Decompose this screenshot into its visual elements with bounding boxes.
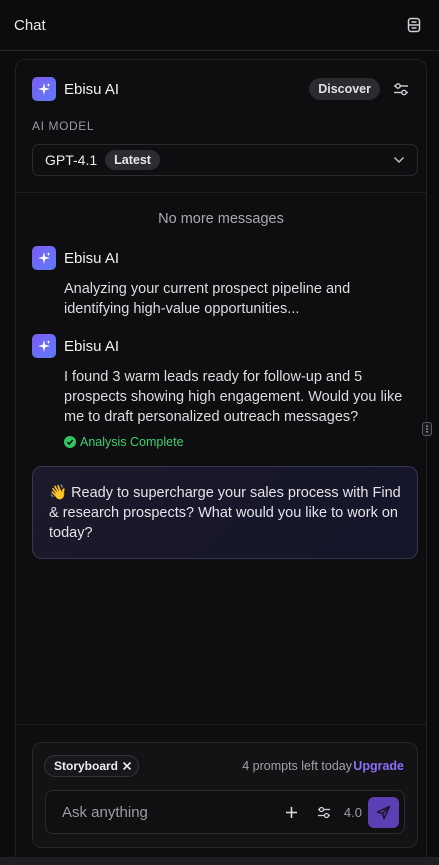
chat-header: Chat <box>0 0 439 51</box>
sliders-icon[interactable] <box>312 800 336 824</box>
discover-button[interactable]: Discover <box>309 78 380 100</box>
welcome-card: 👋 Ready to supercharge your sales proces… <box>32 466 418 559</box>
chat-input[interactable] <box>62 803 268 821</box>
chevron-down-icon <box>393 151 405 169</box>
agent-name: Ebisu AI <box>64 80 120 98</box>
input-row: 4.0 <box>45 790 405 834</box>
model-label: AI MODEL <box>32 119 95 133</box>
panel-toggle-icon[interactable] <box>403 14 425 36</box>
message-item: Ebisu AI Analyzing your current prospect… <box>32 246 410 319</box>
sparkle-icon <box>32 77 56 101</box>
chip-label: Storyboard <box>54 759 119 773</box>
message-item: Ebisu AI I found 3 warm leads ready for … <box>32 334 410 449</box>
message-author: Ebisu AI <box>64 337 120 355</box>
message-text: I found 3 warm leads ready for follow-up… <box>64 369 403 425</box>
send-button[interactable] <box>368 796 399 828</box>
status-text: Analysis Complete <box>80 435 184 449</box>
chat-title: Chat <box>14 16 46 34</box>
model-select[interactable]: GPT-4.1 Latest <box>32 144 418 176</box>
upgrade-link[interactable]: Upgrade <box>353 759 404 773</box>
chat-panel: Ebisu AI Discover AI MODEL GPT-4.1 Lates… <box>15 59 427 859</box>
prompts-left: 4 prompts left today <box>242 759 352 773</box>
bottom-strip <box>0 857 439 865</box>
close-icon[interactable] <box>122 761 132 771</box>
composer: Storyboard 4 prompts left today Upgrade <box>32 742 418 848</box>
divider <box>16 724 426 725</box>
agent-header: Ebisu AI Discover <box>32 77 410 101</box>
sliders-icon[interactable] <box>392 80 410 98</box>
model-badge: Latest <box>105 150 160 170</box>
plus-icon[interactable] <box>280 800 304 824</box>
context-chip[interactable]: Storyboard <box>44 755 140 777</box>
temperature-value[interactable]: 4.0 <box>344 805 362 820</box>
sparkle-icon <box>32 246 56 270</box>
message-author: Ebisu AI <box>64 249 120 267</box>
model-name: GPT-4.1 <box>45 152 98 168</box>
status-badge: Analysis Complete <box>64 435 410 449</box>
check-circle-icon <box>64 436 76 448</box>
sparkle-icon <box>32 334 56 358</box>
divider <box>16 192 426 193</box>
message-text: Analyzing your current prospect pipeline… <box>64 281 351 317</box>
no-more-messages: No more messages <box>158 211 284 227</box>
resize-handle[interactable] <box>422 422 432 436</box>
